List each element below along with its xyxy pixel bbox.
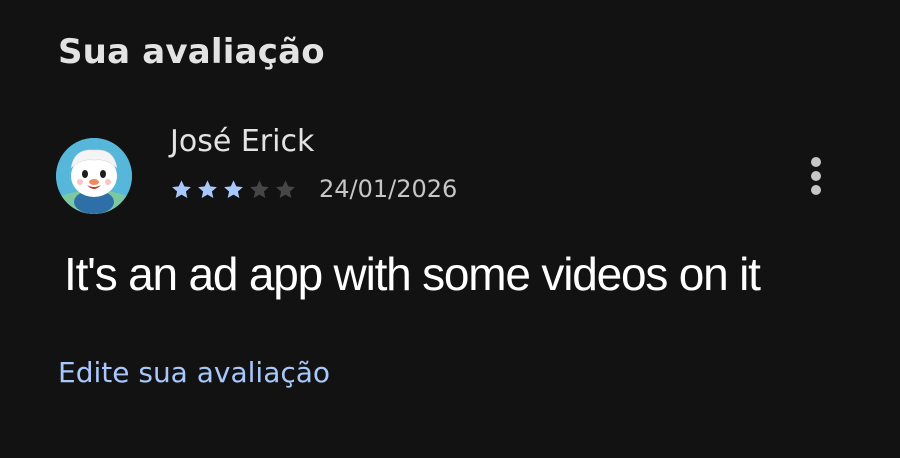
reviewer-name: José Erick [170,124,315,159]
edit-review-link[interactable]: Edite sua avaliação [58,354,330,392]
reviewer-avatar [56,138,132,214]
star-empty-icon [276,179,295,198]
star-rating [170,178,297,201]
more-options-button[interactable] [796,152,836,200]
more-vert-icon-dot [811,157,821,167]
section-title: Sua avaliação [58,32,325,72]
star-empty-icon [250,179,269,198]
review-date: 24/01/2026 [319,175,458,203]
rating-row: 24/01/2026 [170,172,457,206]
more-vert-icon-dot [811,185,821,195]
star-filled-icon [198,179,217,198]
avatar-image [56,138,132,214]
review-text: It's an ad app with some videos on it [64,248,761,300]
star-filled-icon [172,179,191,198]
more-vert-icon-dot [811,171,821,181]
star-filled-icon [224,179,243,198]
